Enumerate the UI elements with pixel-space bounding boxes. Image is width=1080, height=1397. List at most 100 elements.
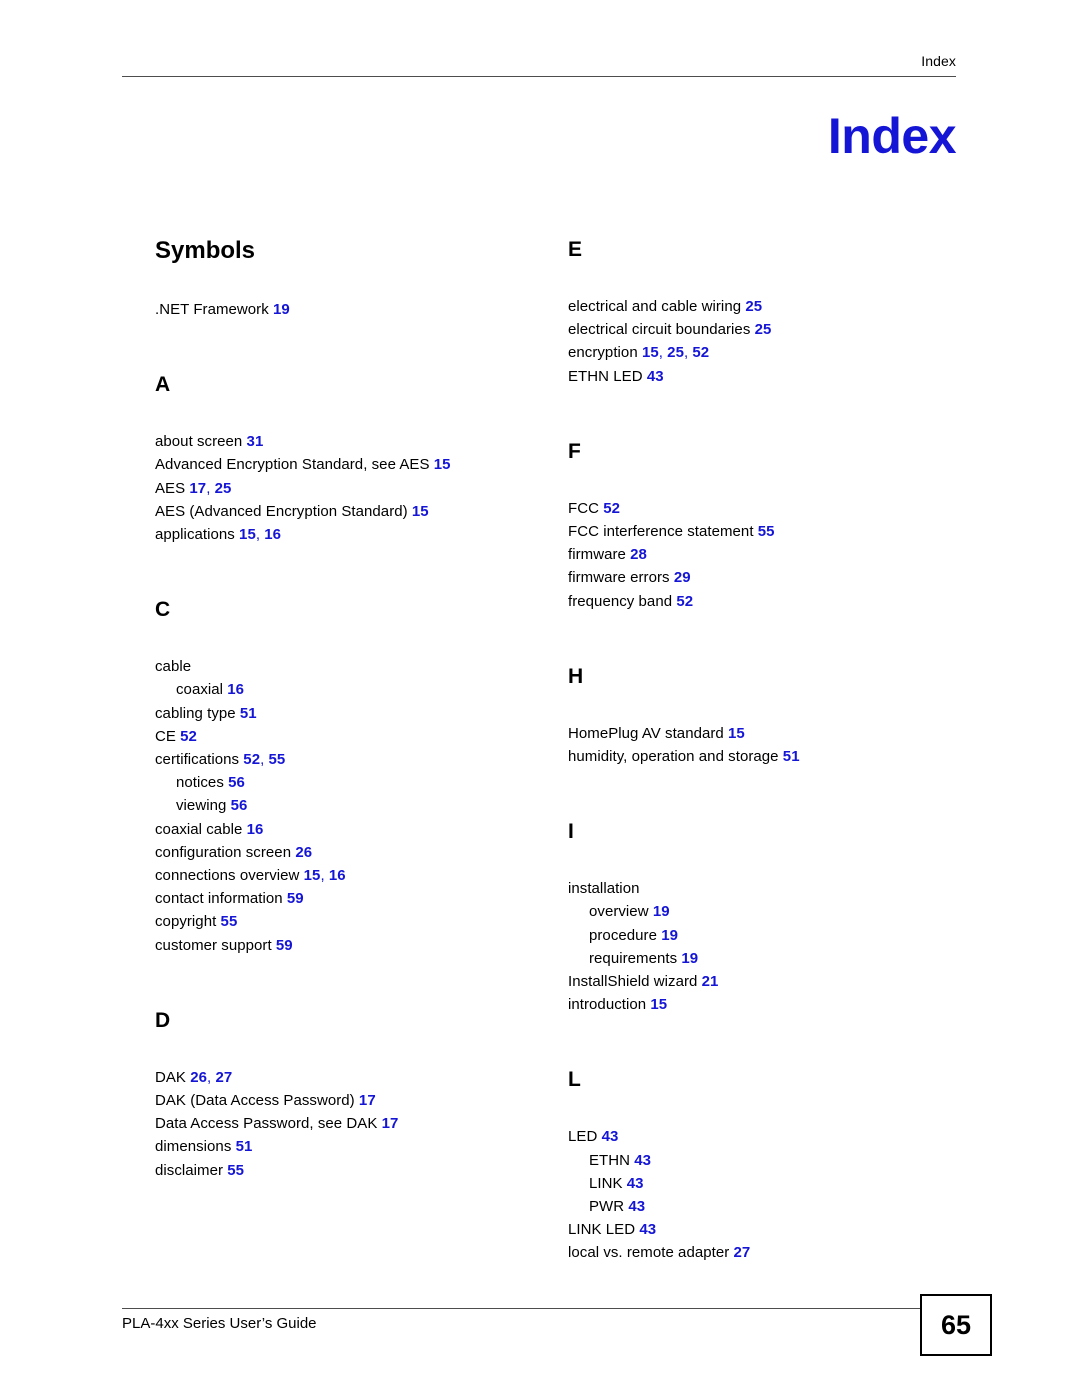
index-page-ref[interactable]: 43 <box>628 1198 645 1215</box>
index-entry: about screen 31 <box>155 430 555 453</box>
index-page-ref[interactable]: 16 <box>247 821 264 838</box>
index-page-ref[interactable]: 51 <box>783 748 800 765</box>
index-page-ref[interactable]: 29 <box>674 569 691 586</box>
index-entry: .NET Framework 19 <box>155 298 555 321</box>
index-group-heading: D <box>155 1008 171 1032</box>
index-page-ref[interactable]: 21 <box>702 973 719 990</box>
index-page-ref[interactable]: 52 <box>603 500 620 517</box>
index-page-ref[interactable]: 55 <box>227 1162 244 1179</box>
index-page-ref[interactable]: 56 <box>228 774 245 791</box>
index-entry-label: notices <box>176 774 224 792</box>
index-group-heading: A <box>155 373 171 397</box>
index-entry-label: viewing <box>176 797 227 815</box>
index-page-separator: , <box>683 344 689 362</box>
index-entry: AES (Advanced Encryption Standard) 15 <box>155 500 555 523</box>
index-page-ref[interactable]: 43 <box>627 1175 644 1192</box>
index-page-ref[interactable]: 16 <box>329 867 346 884</box>
index-page-ref[interactable]: 52 <box>676 593 693 610</box>
index-entry: DAK 26, 27 <box>155 1066 555 1089</box>
index-page-ref[interactable]: 25 <box>215 480 232 497</box>
index-entry-list: cable coaxial 16 cabling type 51 CE 52 certi… <box>155 655 555 957</box>
index-page-ref[interactable]: 28 <box>630 546 647 563</box>
index-entry-label: electrical circuit boundaries <box>568 321 751 339</box>
index-page-ref[interactable]: 27 <box>215 1069 232 1086</box>
index-entry-label: applications <box>155 526 235 544</box>
index-entry: InstallShield wizard 21 <box>568 970 968 993</box>
index-page-ref[interactable]: 19 <box>273 301 290 318</box>
index-entry-label: LINK <box>589 1174 623 1192</box>
index-entry: LINK LED 43 <box>568 1218 968 1241</box>
index-page-ref[interactable]: 16 <box>264 526 281 543</box>
index-entry: connections overview 15, 16 <box>155 864 555 887</box>
index-entry: disclaimer 55 <box>155 1159 555 1182</box>
index-entry-list: LED 43 ETHN 43 LINK 43 PWR 43 LINK LED 43 loc… <box>568 1125 968 1264</box>
index-page-ref[interactable]: 16 <box>227 681 244 698</box>
index-entry-label: Data Access Password, see DAK <box>155 1115 378 1133</box>
index-entry-label: HomePlug AV standard <box>568 724 724 742</box>
index-entry: contact information 59 <box>155 887 555 910</box>
index-page-ref[interactable]: 15 <box>434 456 451 473</box>
index-page-ref[interactable]: 59 <box>276 937 293 954</box>
index-entry-list: about screen 31 Advanced Encryption Stand… <box>155 430 555 546</box>
index-page-ref[interactable]: 15 <box>239 526 256 543</box>
index-entry-label: contact information <box>155 890 283 908</box>
index-page-ref[interactable]: 52 <box>243 751 260 768</box>
index-entry: FCC interference statement 55 <box>568 520 968 543</box>
index-page-ref[interactable]: 19 <box>653 903 670 920</box>
index-entry: firmware 28 <box>568 543 968 566</box>
index-entry-label: DAK (Data Access Password) <box>155 1092 355 1110</box>
index-entry: electrical circuit boundaries 25 <box>568 318 968 341</box>
index-entry-label: encryption <box>568 344 638 362</box>
index-page-ref[interactable]: 25 <box>667 344 684 361</box>
index-page-ref[interactable]: 19 <box>661 927 678 944</box>
index-page-ref[interactable]: 55 <box>221 913 238 930</box>
index-page-ref[interactable]: 43 <box>639 1221 656 1238</box>
index-entry-label: CE <box>155 727 176 745</box>
index-page-ref[interactable]: 43 <box>602 1128 619 1145</box>
index-page-ref[interactable]: 43 <box>634 1152 651 1169</box>
index-body: Symbols .NET Framework 19 Aabout screen 31… <box>0 238 1080 1268</box>
index-page-ref[interactable]: 27 <box>734 1244 751 1261</box>
index-page-ref[interactable]: 26 <box>295 844 312 861</box>
index-page-ref[interactable]: 59 <box>287 890 304 907</box>
index-group-heading: H <box>568 664 584 688</box>
index-page-ref[interactable]: 51 <box>236 1138 253 1155</box>
index-page-ref[interactable]: 15 <box>728 725 745 742</box>
index-group-symbols: Symbols .NET Framework 19 <box>155 238 555 321</box>
index-page-ref[interactable]: 26 <box>190 1069 207 1086</box>
index-entry-label: coaxial <box>176 681 224 699</box>
index-group-heading: C <box>155 598 171 622</box>
index-page-ref[interactable]: 55 <box>758 523 775 540</box>
index-page-ref[interactable]: 19 <box>681 950 698 967</box>
index-entry-label: firmware errors <box>568 569 670 587</box>
index-page-ref[interactable]: 15 <box>650 996 667 1013</box>
index-page-ref[interactable]: 25 <box>745 298 762 315</box>
index-page-ref[interactable]: 56 <box>231 797 248 814</box>
index-page-separator: , <box>207 1068 212 1086</box>
index-page-ref[interactable]: 43 <box>647 368 664 385</box>
index-page-ref[interactable]: 15 <box>304 867 321 884</box>
index-page-ref[interactable]: 17 <box>359 1092 376 1109</box>
index-subentry: requirements 19 <box>568 947 968 970</box>
index-entry: introduction 15 <box>568 993 968 1016</box>
index-page-ref[interactable]: 55 <box>269 751 286 768</box>
index-page-ref[interactable]: 17 <box>382 1115 399 1132</box>
index-page-ref[interactable]: 17 <box>189 480 206 497</box>
index-subentry: notices 56 <box>155 771 555 794</box>
index-entry: installation <box>568 877 968 900</box>
index-entry-list: DAK 26, 27 DAK (Data Access Password) 17 D… <box>155 1066 555 1182</box>
index-entry: firmware errors 29 <box>568 566 968 589</box>
index-entry-label: customer support <box>155 936 272 954</box>
index-page-ref[interactable]: 25 <box>755 321 772 338</box>
index-entry: applications 15, 16 <box>155 523 555 546</box>
index-page-ref[interactable]: 15 <box>412 503 429 520</box>
index-page-ref[interactable]: 31 <box>247 433 264 450</box>
index-page-ref[interactable]: 15 <box>642 344 659 361</box>
index-page-ref[interactable]: 51 <box>240 705 257 722</box>
index-page-ref[interactable]: 52 <box>692 344 709 361</box>
index-entry-label: AES <box>155 479 186 497</box>
index-entry-label: configuration screen <box>155 843 292 861</box>
index-page-ref[interactable]: 52 <box>180 728 197 745</box>
index-entry: Advanced Encryption Standard, see AES 15 <box>155 453 555 476</box>
index-entry-label: PWR <box>589 1198 625 1216</box>
